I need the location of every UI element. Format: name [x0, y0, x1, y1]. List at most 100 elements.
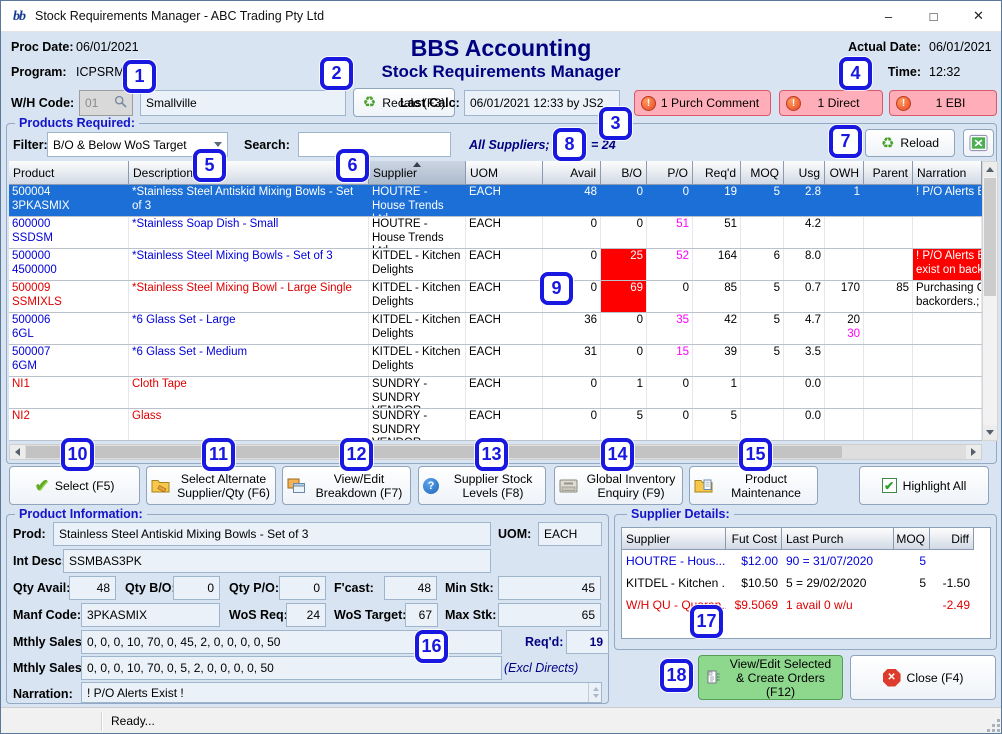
- int-desc-field: SSMBAS3PK: [63, 549, 491, 573]
- supplier-row-1[interactable]: HOUTRE - Hous...$12.0090 = 31/07/20205: [622, 550, 990, 572]
- supplier-row-3[interactable]: W/H QU - Quaran...$9.50691 avail 0 w/u-2…: [622, 594, 990, 616]
- toolbar-button-product-maintenance[interactable]: Product Maintenance: [689, 466, 818, 505]
- close-button[interactable]: ✕: [956, 1, 1001, 31]
- check-icon: ✔: [35, 477, 49, 494]
- cell-po: 0: [647, 281, 693, 312]
- toolbar-button-global-inventory-enquiry-f9[interactable]: Global Inventory Enquiry (F9): [554, 466, 683, 505]
- magnifier-icon[interactable]: [114, 95, 127, 111]
- supplier-cell-last_purch: 90 = 31/07/2020: [782, 554, 894, 568]
- prod-label: Prod:: [13, 527, 46, 541]
- cell-po: 15: [647, 345, 693, 376]
- scroll-up-icon[interactable]: [983, 162, 997, 177]
- column-header-desc[interactable]: Description: [129, 161, 369, 185]
- reload-button[interactable]: ♻ Reload: [865, 129, 955, 157]
- supplier-column-header-diff[interactable]: Diff: [930, 528, 974, 550]
- highlight-all-button[interactable]: ✔ Highlight All: [859, 466, 989, 505]
- excel-icon: [969, 134, 988, 152]
- toolbar-button-label: Product Maintenance: [719, 472, 813, 500]
- supplier-column-header-last_purch[interactable]: Last Purch: [782, 528, 894, 550]
- cell-avail: 36: [543, 313, 601, 344]
- narration-field[interactable]: ! P/O Alerts Exist !: [81, 682, 602, 703]
- cell-po: 52: [647, 249, 693, 280]
- cell-product: 5000076GM: [9, 345, 129, 376]
- column-header-label: P/O: [667, 166, 688, 180]
- cell-moq: 5: [741, 281, 784, 312]
- cell-reqd: 85: [693, 281, 741, 312]
- column-header-po[interactable]: P/O: [647, 161, 693, 185]
- cell-supplier: KITDEL - Kitchen Delights: [369, 345, 466, 376]
- warning-icon: !: [786, 96, 801, 111]
- cell-usg: 0.0: [784, 377, 825, 408]
- supplier-row-2[interactable]: KITDEL - Kitchen ...$10.505 = 29/02/2020…: [622, 572, 990, 594]
- alert-button-2[interactable]: !1 Direct: [779, 90, 883, 116]
- column-header-usg[interactable]: Usg: [784, 161, 825, 185]
- column-header-owh[interactable]: OWH: [825, 161, 864, 185]
- minimize-button[interactable]: –: [866, 1, 911, 31]
- horizontal-scroll-thumb[interactable]: [26, 446, 842, 458]
- vertical-scroll-thumb[interactable]: [984, 178, 996, 296]
- cell-avail: 48: [543, 185, 601, 216]
- cell-desc: Cloth Tape: [129, 377, 369, 408]
- close-f4-button[interactable]: ✕ Close (F4): [850, 655, 996, 700]
- table-row-3[interactable]: 5000004500000*Stainless Steel Mixing Bow…: [9, 249, 982, 281]
- supplier-cell-fut_cost: $10.50: [726, 576, 782, 590]
- cell-parent: 85: [864, 281, 913, 312]
- actual-date-label: Actual Date:: [837, 40, 921, 54]
- table-row-1[interactable]: 5000043PKASMIX*Stainless Steel Antiskid …: [9, 185, 982, 217]
- cell-bo: 25: [601, 249, 647, 280]
- supplier-column-header-moq[interactable]: MOQ: [894, 528, 930, 550]
- wh-code-field[interactable]: 01: [79, 90, 133, 116]
- search-input[interactable]: [298, 132, 451, 157]
- supplier-details-table: SupplierFut CostLast PurchMOQDiff HOUTRE…: [621, 527, 991, 639]
- column-header-bo[interactable]: B/O: [601, 161, 647, 185]
- column-header-avail[interactable]: Avail: [543, 161, 601, 185]
- prod-field: Stainless Steel Antiskid Mixing Bowls - …: [53, 522, 491, 546]
- cell-bo: 69: [601, 281, 647, 312]
- table-row-4[interactable]: 500009SSMIXLS*Stainless Steel Mixing Bow…: [9, 281, 982, 313]
- table-row-8[interactable]: NI2GlassSUNDRY - SUNDRY VENDOREACH05050.…: [9, 409, 982, 441]
- cell-uom: EACH: [466, 249, 543, 280]
- table-row-2[interactable]: 600000SSDSM*Stainless Soap Dish - SmallH…: [9, 217, 982, 249]
- cell-reqd: 1: [693, 377, 741, 408]
- column-header-supplier[interactable]: Supplier: [369, 161, 466, 185]
- toolbar-button-view-edit-breakdown-f7[interactable]: View/Edit Breakdown (F7): [282, 466, 411, 505]
- scroll-right-icon[interactable]: [966, 445, 981, 459]
- scroll-left-icon[interactable]: [10, 445, 25, 459]
- alert-button-3[interactable]: !1 EBI: [889, 90, 997, 116]
- maximize-button[interactable]: □: [911, 1, 956, 31]
- orders-form-icon: [707, 670, 721, 686]
- view-edit-create-orders-button[interactable]: View/Edit Selected & Create Orders (F12): [698, 655, 843, 700]
- alert-button-1[interactable]: !1 Purch Comment: [634, 90, 771, 116]
- table-header-row: ProductDescriptionSupplierUOMAvailB/O P/O…: [9, 161, 982, 185]
- scroll-down-icon[interactable]: [983, 425, 997, 440]
- toolbar-button-supplier-stock-levels-f8[interactable]: ?Supplier Stock Levels (F8): [418, 466, 546, 505]
- toolbar-button-select-alternate-supplier-qty-f6[interactable]: Select Alternate Supplier/Qty (F6): [146, 466, 276, 505]
- cell-product: 5000004500000: [9, 249, 129, 280]
- scroll-spinner-icon[interactable]: [588, 683, 599, 702]
- cell-parent: [864, 345, 913, 376]
- min-stk-field: 45: [498, 576, 601, 600]
- table-vertical-scrollbar[interactable]: [982, 161, 998, 441]
- toolbar-button-select-f5[interactable]: ✔Select (F5): [9, 466, 140, 505]
- export-excel-button[interactable]: [963, 129, 994, 157]
- reqd-field: 19: [566, 630, 609, 654]
- min-stk-label: Min Stk:: [445, 581, 494, 595]
- column-header-reqd[interactable]: Req'd: [693, 161, 741, 185]
- column-header-moq[interactable]: MOQ: [741, 161, 784, 185]
- cell-narration: [913, 313, 982, 344]
- column-header-narration[interactable]: Narration: [913, 161, 982, 185]
- table-row-7[interactable]: NI1Cloth TapeSUNDRY - SUNDRY VENDOREACH0…: [9, 377, 982, 409]
- alert-label: 1 EBI: [911, 96, 990, 110]
- column-header-uom[interactable]: UOM: [466, 161, 543, 185]
- wh-name-field[interactable]: Smallville: [140, 90, 346, 116]
- fcast-label: F'cast:: [334, 581, 374, 595]
- supplier-column-header-fut_cost[interactable]: Fut Cost: [726, 528, 782, 550]
- supplier-column-header-supplier[interactable]: Supplier: [622, 528, 726, 550]
- table-row-5[interactable]: 5000066GL*6 Glass Set - LargeKITDEL - Ki…: [9, 313, 982, 345]
- resize-grip-icon[interactable]: [988, 720, 1000, 732]
- column-header-parent[interactable]: Parent: [864, 161, 913, 185]
- supplier-cell-fut_cost: $9.5069: [726, 598, 782, 612]
- column-header-product[interactable]: Product: [9, 161, 129, 185]
- table-row-6[interactable]: 5000076GM*6 Glass Set - MediumKITDEL - K…: [9, 345, 982, 377]
- toolbar-button-label: Global Inventory Enquiry (F9): [584, 472, 678, 500]
